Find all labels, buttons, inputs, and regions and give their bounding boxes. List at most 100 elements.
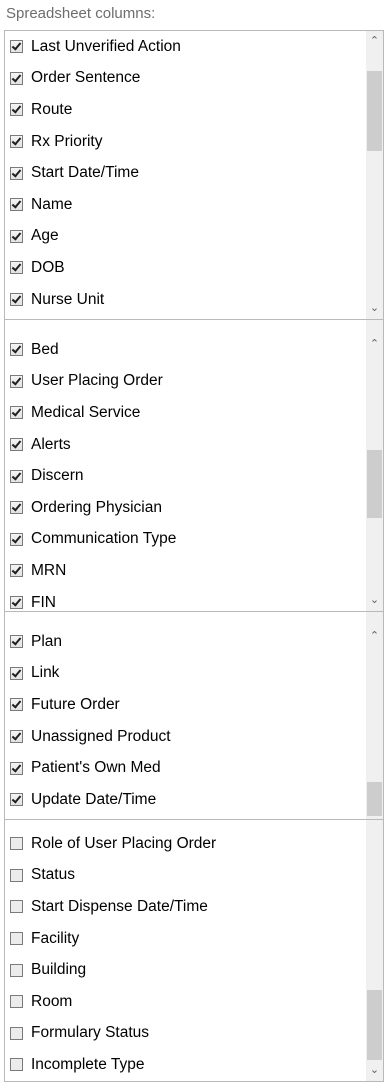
scrollbar-thumb[interactable] (367, 782, 382, 816)
column-option-label: Rx Priority (31, 132, 103, 150)
column-option-label: MRN (31, 561, 67, 579)
checked-checkbox[interactable] (10, 293, 23, 307)
column-option-row[interactable]: Start Dispense Date/Time (5, 891, 366, 923)
scrollbar-thumb[interactable] (367, 990, 382, 1060)
column-option-row[interactable]: Name (5, 189, 366, 221)
column-option-row[interactable]: Unassigned Product (5, 721, 366, 753)
column-option-row[interactable]: Formulary Status (5, 1018, 366, 1050)
column-option-label: Communication Type (31, 530, 177, 548)
chevron-down-icon[interactable]: ⌄ (366, 1062, 383, 1079)
column-option-row[interactable]: Rx Priority (5, 126, 366, 158)
checked-checkbox[interactable] (10, 564, 23, 578)
column-list-panel-2[interactable]: Bed User Placing Order Medical Service Aler… (4, 320, 384, 612)
column-option-row[interactable]: Start Date/Time (5, 157, 366, 189)
column-option-row[interactable]: Role of User Placing Order (5, 828, 366, 860)
column-list: Bed User Placing Order Medical Service Aler… (5, 334, 366, 611)
column-option-row[interactable]: Status (5, 860, 366, 892)
unchecked-checkbox[interactable] (10, 837, 23, 851)
column-option-row[interactable]: Plan (5, 626, 366, 658)
column-list: Plan Link Future Order Unassigned Product Pa… (5, 626, 366, 819)
scrollbar[interactable]: ⌃ ⌄ (366, 31, 383, 319)
scrollbar-thumb[interactable] (367, 71, 382, 151)
column-list-panel-4[interactable]: Role of User Placing Order Status Start Di… (4, 820, 384, 1082)
column-option-row[interactable]: Bed (5, 334, 366, 366)
unchecked-checkbox[interactable] (10, 868, 23, 882)
column-option-label: Incomplete Type (31, 1055, 145, 1073)
column-option-label: Room (31, 992, 73, 1010)
checked-checkbox[interactable] (10, 71, 23, 85)
chevron-down-icon[interactable]: ⌄ (366, 300, 383, 317)
chevron-up-icon[interactable]: ⌃ (366, 33, 383, 50)
column-option-row[interactable]: Link (5, 658, 366, 690)
scrollbar-thumb[interactable] (367, 450, 382, 518)
checked-checkbox[interactable] (10, 761, 23, 775)
column-option-row[interactable]: Future Order (5, 689, 366, 721)
checked-checkbox[interactable] (10, 438, 23, 452)
checked-checkbox[interactable] (10, 166, 23, 180)
scrollbar[interactable]: ⌃ (366, 612, 383, 819)
checked-checkbox[interactable] (10, 198, 23, 212)
column-option-row[interactable]: MRN (5, 555, 366, 587)
column-option-label: Building (31, 961, 87, 979)
column-option-row[interactable]: DOB (5, 252, 366, 284)
column-option-label: Route (31, 100, 73, 118)
chevron-down-icon[interactable]: ⌄ (366, 592, 383, 609)
unchecked-checkbox[interactable] (10, 1026, 23, 1040)
column-option-label: Update Date/Time (31, 790, 157, 808)
checked-checkbox[interactable] (10, 229, 23, 243)
column-option-row[interactable]: User Placing Order (5, 366, 366, 398)
unchecked-checkbox[interactable] (10, 900, 23, 914)
column-option-row[interactable]: Building (5, 954, 366, 986)
column-option-row[interactable]: Ordering Physician (5, 492, 366, 524)
checked-checkbox[interactable] (10, 532, 23, 546)
column-option-label: Last Unverified Action (31, 37, 181, 55)
column-option-label: Status (31, 866, 75, 884)
checked-checkbox[interactable] (10, 261, 23, 275)
column-option-row[interactable]: Facility (5, 923, 366, 955)
column-list-panel-3[interactable]: Plan Link Future Order Unassigned Product Pa… (4, 612, 384, 820)
checked-checkbox[interactable] (10, 343, 23, 357)
checked-checkbox[interactable] (10, 596, 23, 610)
column-option-row[interactable]: Last Unverified Action (5, 31, 366, 63)
checked-checkbox[interactable] (10, 730, 23, 744)
checked-checkbox[interactable] (10, 793, 23, 807)
column-option-row[interactable]: Discern (5, 460, 366, 492)
column-option-row[interactable]: Order Sentence (5, 63, 366, 95)
column-option-row[interactable]: Communication Type (5, 524, 366, 556)
checked-checkbox[interactable] (10, 501, 23, 515)
column-list-panel-1[interactable]: Last Unverified Action Order Sentence Rout… (4, 30, 384, 320)
column-option-row[interactable]: Incomplete Type (5, 1049, 366, 1081)
column-option-row[interactable]: Alerts (5, 429, 366, 461)
column-option-row[interactable]: Patient's Own Med (5, 752, 366, 784)
checked-checkbox[interactable] (10, 40, 23, 54)
column-option-row[interactable]: FIN (5, 587, 366, 611)
column-option-row[interactable]: Update Date/Time (5, 784, 366, 816)
scrollbar[interactable]: ⌄ (366, 820, 383, 1081)
checked-checkbox[interactable] (10, 406, 23, 420)
unchecked-checkbox[interactable] (10, 995, 23, 1009)
column-option-row[interactable]: Room (5, 986, 366, 1018)
column-option-label: Name (31, 195, 73, 213)
checked-checkbox[interactable] (10, 135, 23, 149)
unchecked-checkbox[interactable] (10, 1058, 23, 1072)
column-option-row[interactable]: Medical Service (5, 397, 366, 429)
checked-checkbox[interactable] (10, 374, 23, 388)
column-option-row[interactable]: Age (5, 221, 366, 253)
column-option-label: Plan (31, 632, 63, 650)
column-option-label: Future Order (31, 695, 120, 713)
checked-checkbox[interactable] (10, 469, 23, 483)
column-option-row[interactable]: Route (5, 94, 366, 126)
checked-checkbox[interactable] (10, 666, 23, 680)
chevron-up-icon[interactable]: ⌃ (366, 336, 383, 353)
column-option-row[interactable]: Nurse Unit (5, 284, 366, 316)
checked-checkbox[interactable] (10, 698, 23, 712)
unchecked-checkbox[interactable] (10, 932, 23, 946)
column-option-label: Nurse Unit (31, 290, 105, 308)
scrollbar[interactable]: ⌃ ⌄ (366, 320, 383, 611)
checked-checkbox[interactable] (10, 103, 23, 117)
column-option-label: Ordering Physician (31, 498, 162, 516)
unchecked-checkbox[interactable] (10, 963, 23, 977)
checked-checkbox[interactable] (10, 635, 23, 649)
column-option-label: Unassigned Product (31, 727, 171, 745)
chevron-up-icon[interactable]: ⌃ (366, 628, 383, 645)
